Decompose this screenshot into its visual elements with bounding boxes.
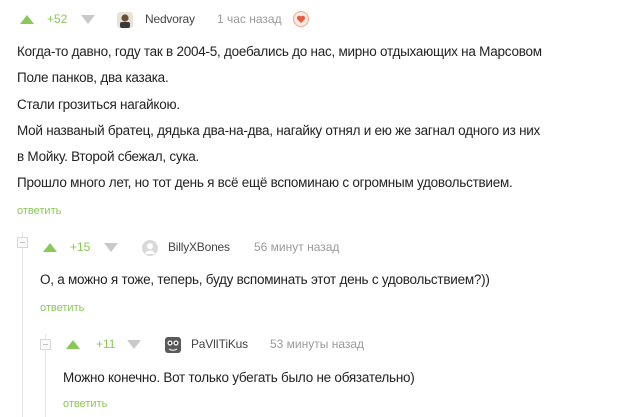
comment: +11 PaVlITiKus 53 минуты назад Можно кон…: [63, 335, 633, 410]
user-avatar[interactable]: [165, 337, 181, 353]
downvote-arrow-icon[interactable]: [127, 340, 141, 349]
user-avatar[interactable]: [117, 12, 133, 28]
comment-text-line: Мой названый братец, дядька два-на-два, …: [17, 123, 541, 138]
comment-username[interactable]: PaVlITiKus: [191, 335, 248, 353]
comment-text-line: Прошло много лет, но тот день я всё ещё …: [17, 175, 513, 190]
comment-header: +15 BillyXBones 56 минут назад: [40, 238, 630, 260]
comment-time: 1 час назад: [217, 12, 282, 26]
thread-line-level-1: [22, 232, 23, 417]
upvote-arrow-icon[interactable]: [66, 340, 80, 349]
comment: +52 Nedvoray 1 час назад Когда-то давно,…: [17, 10, 637, 217]
upvote-arrow-icon[interactable]: [20, 15, 34, 24]
reply-link[interactable]: ответить: [63, 397, 107, 411]
comment-text-line: Стали грозиться нагайкою.: [17, 97, 180, 112]
comment-time: 56 минут назад: [254, 240, 340, 254]
collapse-thread-button[interactable]: [40, 339, 51, 350]
comment-username[interactable]: BillyXBones: [168, 238, 230, 256]
comment-rating: +11: [96, 337, 116, 351]
comment-username[interactable]: Nedvoray: [145, 10, 195, 28]
comment-time: 53 минуты назад: [270, 337, 365, 351]
default-avatar-icon[interactable]: [142, 240, 158, 256]
comment-rating: +15: [70, 240, 91, 254]
comment-text-line: О, а можно я тоже, теперь, буду вспомина…: [40, 272, 490, 287]
heart-badge-icon: [293, 11, 309, 32]
collapse-thread-button[interactable]: [17, 237, 28, 248]
downvote-arrow-icon[interactable]: [81, 15, 95, 24]
comment-text-line: Поле панков, два казака.: [17, 70, 169, 85]
comment-header: +52 Nedvoray 1 час назад: [17, 10, 637, 32]
upvote-arrow-icon[interactable]: [43, 243, 57, 252]
comment-text-line: Когда-то давно, году так в 2004-5, доеба…: [17, 44, 542, 59]
downvote-arrow-icon[interactable]: [104, 243, 118, 252]
comment-rating: +52: [47, 12, 68, 26]
reply-link[interactable]: ответить: [40, 301, 84, 315]
comment-text-line: Можно конечно. Вот только убегать было н…: [63, 370, 415, 385]
reply-link[interactable]: ответить: [17, 204, 61, 218]
comment: +15 BillyXBones 56 минут назад О, а можн…: [40, 238, 630, 314]
comment-text-line: в Мойку. Второй сбежал, сука.: [17, 149, 200, 164]
comment-header: +11 PaVlITiKus 53 минуты назад: [63, 335, 633, 357]
